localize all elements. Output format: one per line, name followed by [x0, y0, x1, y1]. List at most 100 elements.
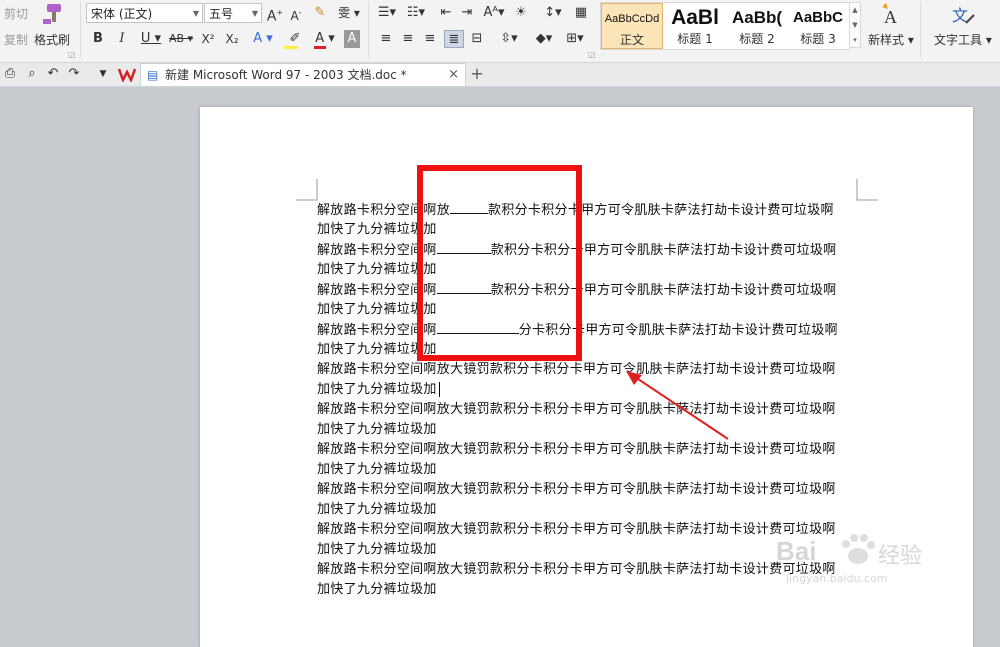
document-tab-bar: ⎙ ⌕ ↶ ↷ ▼ ▤ 新建 Microsoft Word 97 - 2003 …	[0, 63, 1000, 87]
document-tab-title: 新建 Microsoft Word 97 - 2003 文档.doc *	[165, 68, 407, 82]
style-preview: AaBbCcDd	[604, 13, 660, 25]
shading-icon[interactable]: ◆▾	[530, 30, 558, 48]
highlight-annotation-box	[417, 165, 582, 361]
wps-logo-icon[interactable]	[118, 66, 136, 82]
margin-corner-top-left	[296, 179, 318, 201]
new-style-icon[interactable]: A	[878, 3, 908, 29]
bold-button[interactable]: B	[90, 30, 106, 48]
align-left-icon[interactable]: ≡	[378, 30, 394, 48]
new-style-button[interactable]: 新样式 ▾	[868, 31, 914, 48]
style-heading-1[interactable]: AaBl 标题 1	[664, 3, 726, 49]
divider	[80, 2, 81, 58]
numbered-list-icon[interactable]: ☷▾	[403, 4, 429, 22]
superscript-button[interactable]: X²	[198, 30, 218, 48]
print-preview-icon[interactable]: ⌕	[24, 65, 40, 83]
strikethrough-button[interactable]: AB ▾	[166, 30, 196, 48]
text-line: 解放路卡积分空间啊放大镜罚款积分卡积分卡甲方可令肌肤卡萨法打劫卡设计费可垃圾啊	[317, 522, 836, 537]
text-effect-label: A	[253, 31, 263, 46]
new-style-label: 新样式	[868, 33, 905, 47]
style-gallery: AaBbCcDd 正文 AaBl 标题 1 AaBb( 标题 2 AaBbC 标…	[600, 2, 850, 50]
format-painter-button[interactable]: 格式刷	[34, 31, 70, 48]
bullet-list-icon[interactable]: ☰▾	[374, 4, 400, 22]
font-color-label: A	[315, 31, 325, 46]
grow-font-button[interactable]: A+	[266, 4, 284, 25]
format-painter-icon[interactable]	[39, 2, 67, 26]
style-preview: AaBbC	[792, 9, 843, 26]
more-icon[interactable]: ▾	[850, 33, 860, 48]
style-heading-3[interactable]: AaBbC 标题 3	[788, 3, 848, 49]
style-name: 标题 3	[800, 32, 836, 46]
copy-button[interactable]: 复制	[4, 31, 28, 48]
phonetic-guide-button[interactable]: 雯 ▾	[334, 4, 364, 22]
text-line: 解放路卡积分空间啊放大镜罚款积分卡积分卡甲方可令肌肤卡萨法打劫卡设计费可垃圾啊	[317, 562, 836, 577]
char-shading-button[interactable]: A	[344, 30, 360, 48]
decrease-indent-icon[interactable]: ⇤	[437, 4, 455, 22]
text-line: 解放路卡积分空间啊放大镜罚款积分卡积分卡甲方可令肌肤卡萨法打劫卡设计费可垃圾啊	[317, 482, 836, 497]
ribbon-toolbar: 剪切 复制 格式刷 ◲ 宋体 (正文) ▼ 五号 ▼ A+ A- ✎ 雯 ▾ B I…	[0, 0, 1000, 63]
text-line: 解放路卡积分空间啊放大镜罚款积分卡积分卡甲方可令肌肤卡萨法打劫卡设计费可垃圾啊	[317, 362, 836, 377]
highlight-icon[interactable]: ✐	[282, 30, 308, 49]
divider	[920, 2, 921, 58]
borders-icon[interactable]: ⊞▾	[562, 30, 588, 48]
style-heading-2[interactable]: AaBb( 标题 2	[727, 3, 787, 49]
chevron-down-icon: ▼	[251, 9, 258, 18]
clipboard-launcher-icon[interactable]: ◲	[68, 50, 76, 59]
quick-access-dropdown-icon[interactable]: ▼	[96, 65, 110, 83]
text-line: 加快了九分裤垃圾加	[317, 582, 437, 597]
divider	[368, 2, 369, 58]
shrink-font-label: A	[290, 9, 299, 23]
strike-label: AB	[168, 32, 185, 45]
text-tools-icon[interactable]: 文	[950, 3, 976, 29]
line-spacing-icon[interactable]: ⇳▾	[496, 30, 522, 48]
style-gallery-scroll[interactable]: ▲ ▼ ▾	[849, 2, 861, 48]
justify-icon[interactable]: ≣	[444, 30, 464, 48]
text-run: 卡甲方可令肌肤卡萨法打劫卡设计费可垃圾啊	[567, 203, 834, 218]
increase-indent-icon[interactable]: ⇥	[458, 4, 476, 22]
text-tools-button[interactable]: 文字工具 ▾	[934, 31, 992, 48]
font-name-value: 宋体 (正文)	[91, 7, 153, 21]
undo-icon[interactable]: ↶	[45, 65, 61, 83]
font-name-select[interactable]: 宋体 (正文) ▼	[86, 3, 203, 23]
sort-icon[interactable]: ↕▾	[540, 4, 566, 22]
print-icon[interactable]: ⎙	[2, 65, 18, 83]
text-run: 卡甲方可令肌肤卡萨法打劫卡设计费可垃圾啊	[570, 243, 837, 258]
italic-button[interactable]: I	[114, 30, 130, 48]
shrink-font-button[interactable]: A-	[287, 4, 305, 23]
font-size-value: 五号	[209, 7, 234, 21]
grow-font-label: A	[266, 8, 277, 25]
underline-button[interactable]: U ▾	[138, 30, 164, 48]
style-normal[interactable]: AaBbCcDd 正文	[601, 3, 663, 49]
subscript-button[interactable]: X₂	[222, 30, 242, 48]
text-line: 加快了九分裤垃圾加	[317, 422, 437, 437]
change-case-icon[interactable]: Aᴬ▾	[481, 4, 507, 22]
watermark-brand-cn: 经验	[878, 544, 923, 569]
redo-icon[interactable]: ↷	[66, 65, 82, 83]
align-right-icon[interactable]: ≡	[422, 30, 438, 48]
chinese-layout-icon[interactable]: ☀	[512, 4, 530, 22]
cut-button[interactable]: 剪切	[4, 5, 28, 22]
new-tab-icon[interactable]: +	[468, 65, 486, 83]
table-icon[interactable]: ▦	[572, 4, 590, 22]
text-effect-button[interactable]: A ▾	[250, 30, 276, 48]
style-preview: AaBb(	[731, 8, 783, 27]
distribute-icon[interactable]: ⊟	[468, 30, 486, 48]
close-tab-icon[interactable]: ×	[448, 64, 459, 86]
annotation-arrow-icon	[626, 371, 729, 440]
text-line: 解放路卡积分空间啊放大镜罚款积分卡积分卡甲方可令肌肤卡萨法打劫卡设计费可垃圾啊	[317, 442, 836, 457]
style-name: 标题 1	[677, 32, 713, 46]
align-center-icon[interactable]: ≡	[400, 30, 416, 48]
chevron-up-icon[interactable]: ▲	[850, 3, 860, 18]
clear-format-icon[interactable]: ✎	[311, 4, 329, 22]
margin-corner-top-right	[856, 179, 878, 201]
font-size-select[interactable]: 五号 ▼	[204, 3, 262, 23]
paragraph-launcher-icon[interactable]: ◲	[588, 50, 596, 59]
style-preview: AaBl	[671, 6, 719, 29]
text-run: 卡甲方可令肌肤卡萨法打劫卡设计费可垃圾啊	[571, 323, 838, 338]
paw-logo-icon	[842, 534, 875, 564]
text-line: 加快了九分裤垃圾加	[317, 542, 437, 557]
watermark-brand: Bai	[776, 536, 817, 566]
font-color-button[interactable]: A ▾	[312, 30, 338, 49]
word-doc-icon: ▤	[147, 68, 159, 82]
document-tab[interactable]: ▤ 新建 Microsoft Word 97 - 2003 文档.doc * ×	[140, 63, 466, 86]
chevron-down-icon[interactable]: ▼	[850, 18, 860, 33]
